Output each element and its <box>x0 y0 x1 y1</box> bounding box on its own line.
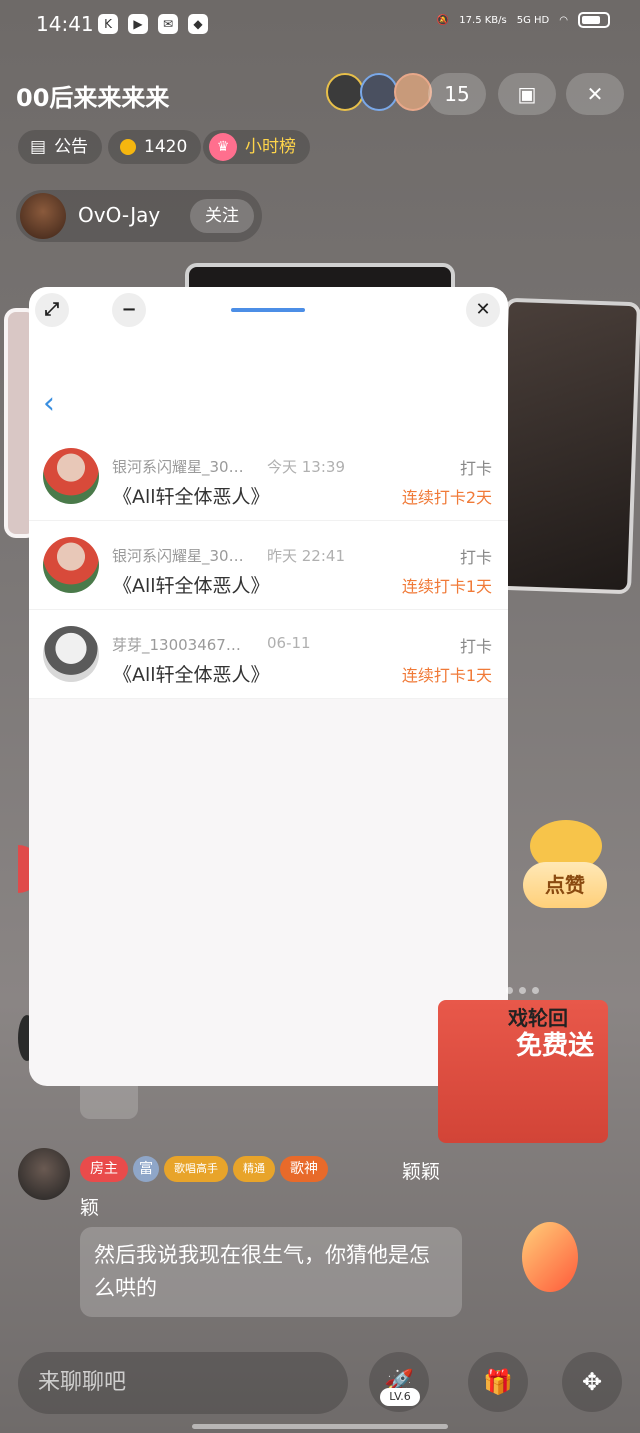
like-button[interactable]: 点赞 <box>523 862 607 908</box>
net-speed: 17.5 KB/s <box>459 14 507 26</box>
coin-chip[interactable]: 1420 <box>108 130 202 164</box>
row-time: 今天 13:39 <box>267 458 345 476</box>
row-streak: 连续打卡1天 <box>401 666 492 685</box>
status-time: 14:41 <box>36 12 94 36</box>
close-icon[interactable]: ✕ <box>466 293 500 327</box>
mute-icon: 🔕 <box>436 14 450 26</box>
trophy-icon: ♛ <box>209 133 237 161</box>
status-bar: 14:41 K ▶ ✉ ◆ 🔕 17.5 KB/s 5G HD ◠ <box>0 0 640 50</box>
gift-icon[interactable]: 🎁 <box>468 1352 528 1412</box>
follow-button[interactable]: 关注 <box>190 199 254 233</box>
viewer-avatar[interactable] <box>326 73 364 111</box>
carousel-dots <box>506 987 539 994</box>
viewer-avatars[interactable] <box>326 73 432 111</box>
mail-app-icon: ✉ <box>158 14 178 34</box>
battery-icon <box>578 12 610 28</box>
chat-username-cont: 颖 <box>80 1197 100 1219</box>
coin-icon <box>120 139 136 155</box>
host-avatar[interactable] <box>20 193 66 239</box>
bank-app-icon: ◆ <box>188 14 208 34</box>
promo-line2: 免费送 <box>515 1031 594 1061</box>
checkin-modal: ⤢ − ✕ ‹ 银河系闪耀星_30… 今天 13:39 打卡 《All轩全体恶人… <box>29 287 508 1086</box>
expand-icon[interactable]: ⤢ <box>35 293 69 327</box>
proficient-badge: 精通 <box>233 1156 275 1182</box>
list-item[interactable]: 银河系闪耀星_30… 今天 13:39 打卡 《All轩全体恶人》 连续打卡2天 <box>29 432 508 521</box>
status-app-icons: K ▶ ✉ ◆ <box>98 14 208 34</box>
level-badge: LV.6 <box>380 1388 420 1406</box>
user-avatar[interactable] <box>43 626 99 682</box>
row-streak: 连续打卡1天 <box>401 577 492 596</box>
status-right: 🔕 17.5 KB/s 5G HD ◠ <box>437 12 610 28</box>
checkin-list: 银河系闪耀星_30… 今天 13:39 打卡 《All轩全体恶人》 连续打卡2天… <box>29 432 508 699</box>
list-item[interactable]: 芽芽_13003467… 06-11 打卡 《All轩全体恶人》 连续打卡1天 <box>29 610 508 699</box>
row-book-title[interactable]: 《All轩全体恶人》 <box>113 571 270 598</box>
user-badges: 房主 富 歌唱高手 精通 歌神 <box>80 1156 328 1182</box>
user-avatar[interactable] <box>43 537 99 593</box>
chat-username: 颖颖 <box>402 1161 441 1183</box>
row-type: 打卡 <box>459 459 492 478</box>
user-avatar[interactable] <box>43 448 99 504</box>
row-type: 打卡 <box>459 637 492 656</box>
notice-icon: ▤ <box>30 137 47 157</box>
close-room-icon[interactable]: ✕ <box>566 73 624 115</box>
modal-header: ⤢ − ✕ ‹ <box>29 287 508 432</box>
host-badge: 房主 <box>80 1156 128 1182</box>
play-app-icon: ▶ <box>128 14 148 34</box>
hour-rank-chip[interactable]: ♛ 小时榜 <box>203 130 310 164</box>
room-title: 00后来来来来 <box>16 84 170 112</box>
home-indicator[interactable] <box>192 1424 448 1429</box>
row-streak: 连续打卡2天 <box>401 488 492 507</box>
k-app-icon: K <box>98 14 118 34</box>
coin-count: 1420 <box>144 137 188 157</box>
row-book-title[interactable]: 《All轩全体恶人》 <box>113 660 270 687</box>
notice-chip[interactable]: ▤ 公告 <box>18 130 103 164</box>
music-note-icon[interactable] <box>522 1222 578 1292</box>
list-item[interactable]: 银河系闪耀星_30… 昨天 22:41 打卡 《All轩全体恶人》 连续打卡1天 <box>29 521 508 610</box>
song-god-badge: 歌神 <box>280 1156 328 1182</box>
viewer-avatar[interactable] <box>360 73 398 111</box>
singing-expert-badge: 歌唱高手 <box>164 1156 228 1182</box>
row-username: 芽芽_13003467… <box>112 636 241 654</box>
chat-input[interactable]: 来聊聊吧 <box>18 1352 348 1414</box>
more-grid-icon[interactable]: ✥ <box>562 1352 622 1412</box>
viewer-avatar[interactable] <box>394 73 432 111</box>
minimize-icon[interactable]: − <box>112 293 146 327</box>
hour-rank-label: 小时榜 <box>245 137 296 157</box>
carousel-dot <box>532 987 539 994</box>
wifi-icon: ◠ <box>559 14 568 26</box>
carousel-dot <box>506 987 513 994</box>
network-type: 5G HD <box>516 14 550 26</box>
host-name: OvO-Jay <box>78 203 161 227</box>
wealth-badge: 富 <box>133 1156 159 1182</box>
viewer-count[interactable]: 15 <box>428 73 486 115</box>
back-arrow-icon[interactable]: ‹ <box>43 389 55 419</box>
row-type: 打卡 <box>459 548 492 567</box>
row-username: 银河系闪耀星_30… <box>112 547 244 565</box>
chat-message: 然后我说我现在很生气，你猜他是怎么哄的 <box>80 1227 462 1317</box>
row-time: 昨天 22:41 <box>267 547 345 565</box>
row-time: 06-11 <box>267 634 311 652</box>
carousel-dot <box>519 987 526 994</box>
notice-label: 公告 <box>54 137 89 157</box>
host-info[interactable]: OvO-Jay 关注 <box>16 190 262 242</box>
chat-user-avatar[interactable] <box>18 1148 70 1200</box>
drag-handle[interactable] <box>231 308 305 312</box>
row-book-title[interactable]: 《All轩全体恶人》 <box>113 482 270 509</box>
row-username: 银河系闪耀星_30… <box>112 458 244 476</box>
minimize-window-icon[interactable]: ▣ <box>498 73 556 115</box>
background-photo-card <box>494 297 640 595</box>
